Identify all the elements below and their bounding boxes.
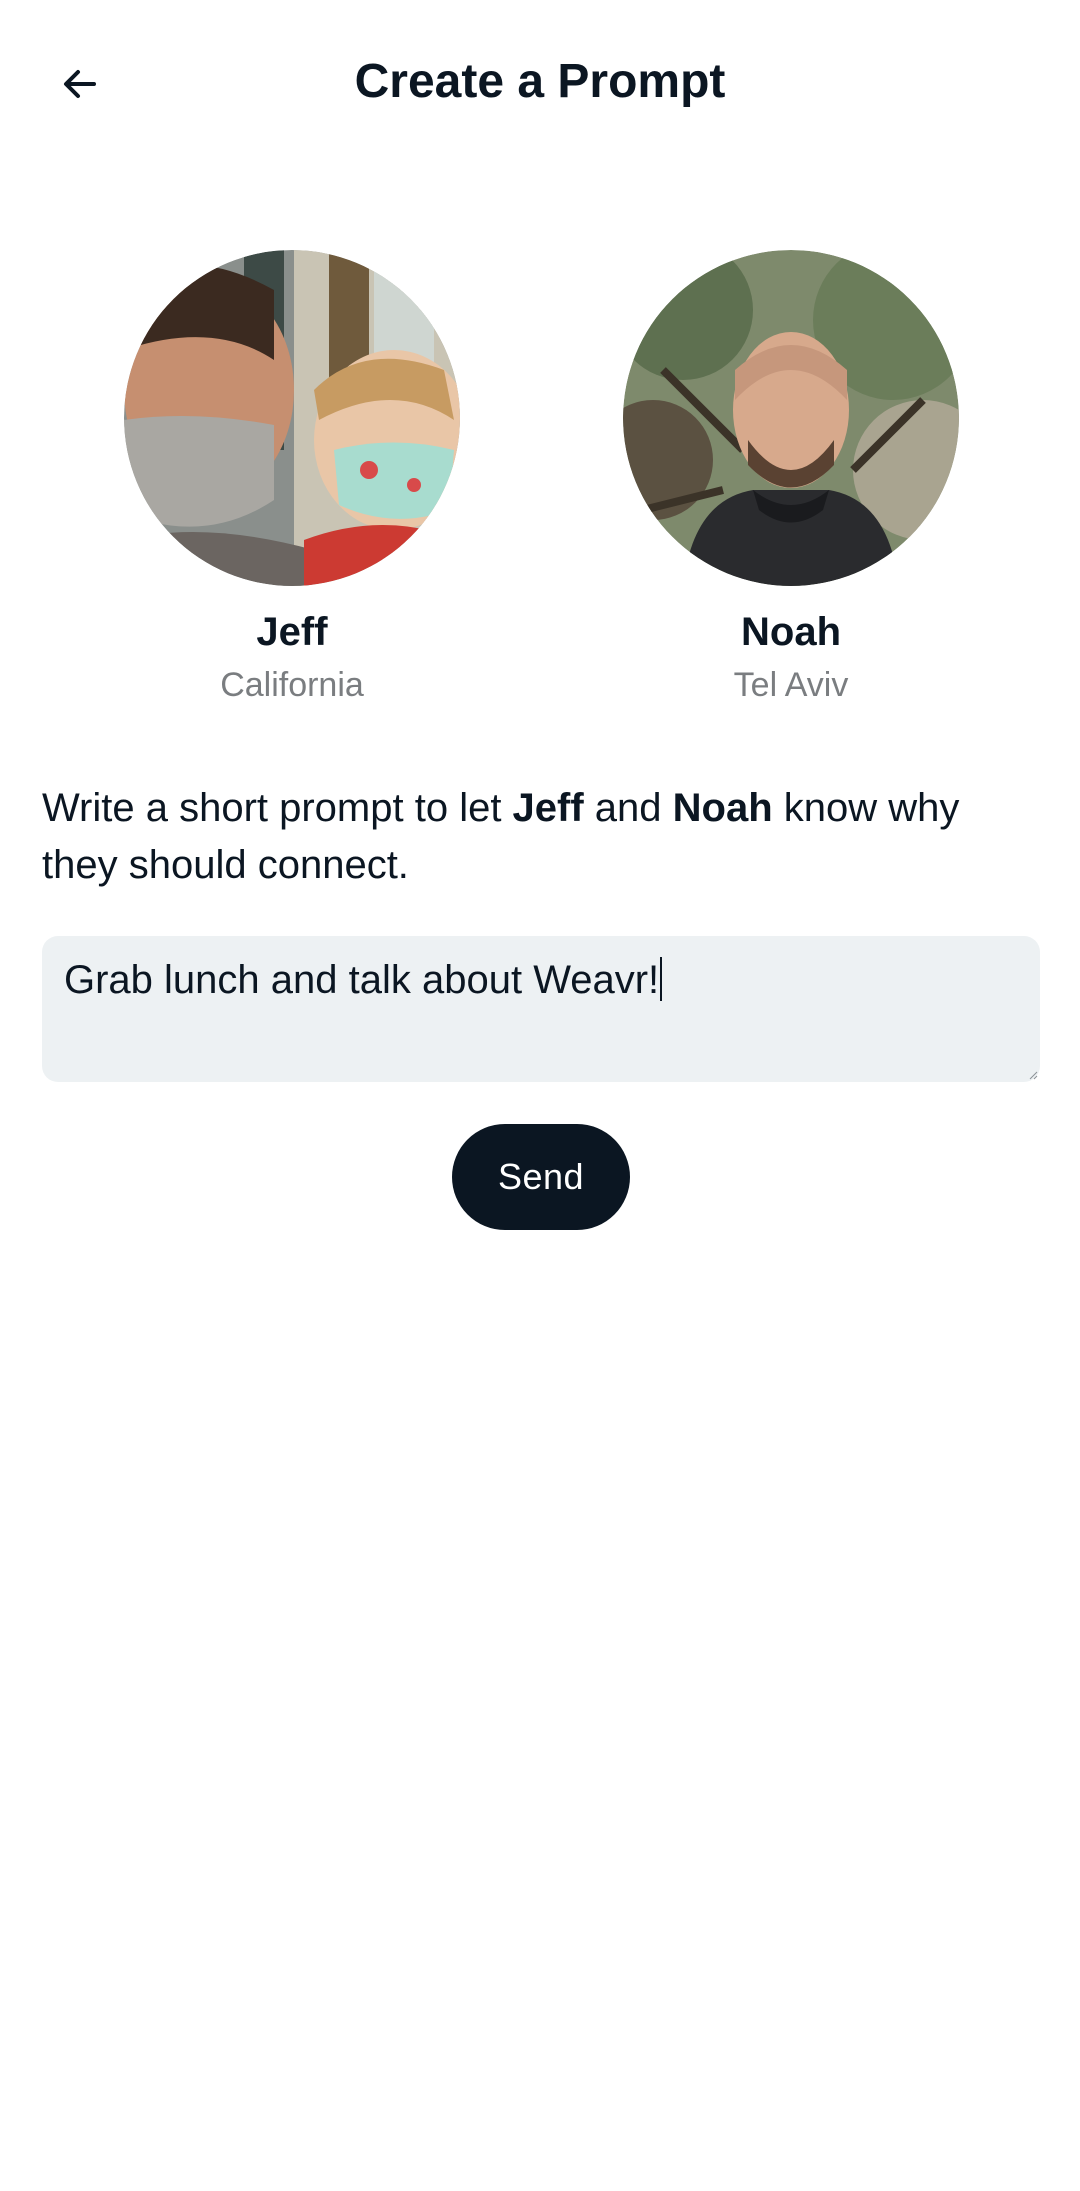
avatar xyxy=(623,250,959,586)
person-name: Jeff xyxy=(256,610,328,654)
page-title: Create a Prompt xyxy=(354,55,726,108)
person-card-noah[interactable]: Noah Tel Aviv xyxy=(591,250,991,706)
person-location: Tel Aviv xyxy=(733,666,849,704)
header: Create a Prompt xyxy=(0,0,1080,170)
person-location: California xyxy=(220,666,364,704)
instruction-text: Write a short prompt to let Jeff and Noa… xyxy=(42,780,1042,894)
resize-grip-icon[interactable] xyxy=(1028,1070,1038,1080)
prompt-input-value: Grab lunch and talk about Weavr! xyxy=(64,958,660,1002)
text-caret xyxy=(660,957,663,1001)
prompt-input[interactable]: Grab lunch and talk about Weavr! xyxy=(42,936,1040,1082)
person-name: Noah xyxy=(741,610,841,654)
avatar xyxy=(124,250,460,586)
person-card-jeff[interactable]: Jeff California xyxy=(92,250,492,706)
instruction-name-noah: Noah xyxy=(672,786,773,830)
instruction-middle: and xyxy=(583,786,673,830)
people-row: Jeff California Noah Tel Aviv xyxy=(0,250,1080,730)
instruction-prefix: Write a short prompt to let xyxy=(42,786,513,830)
instruction-name-jeff: Jeff xyxy=(512,786,584,830)
send-button[interactable]: Send xyxy=(452,1124,630,1230)
